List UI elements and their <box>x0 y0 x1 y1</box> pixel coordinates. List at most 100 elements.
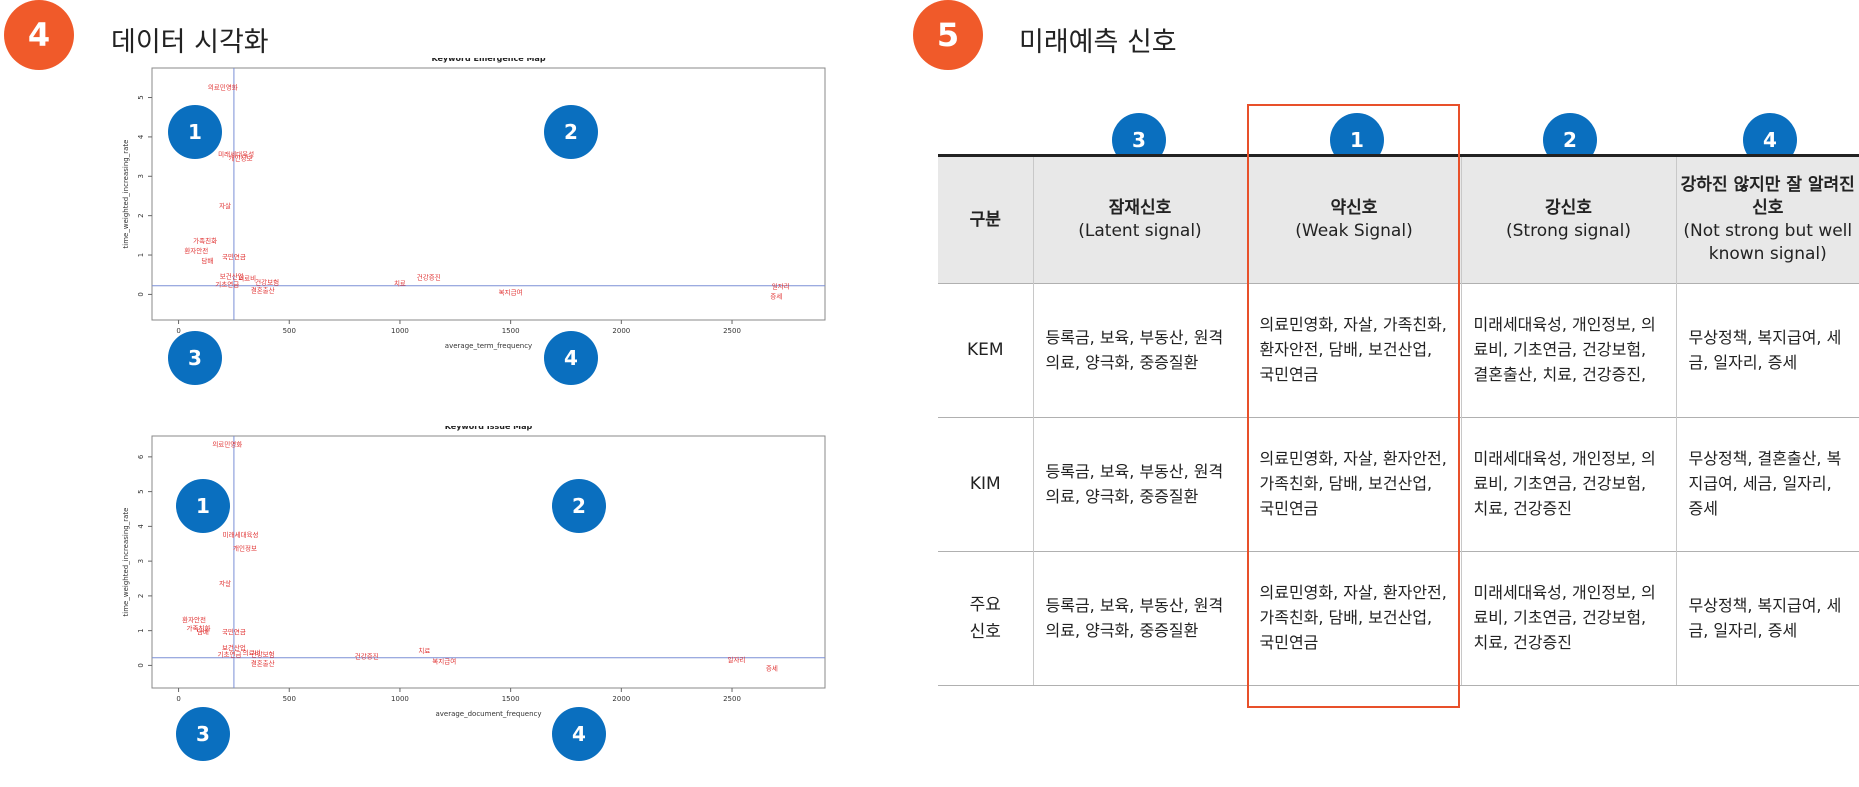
column-header-weak: 약신호 (Weak Signal) <box>1246 154 1461 284</box>
y-tick-label: 0 <box>137 663 145 667</box>
scatter-point-label: 결혼출산 <box>251 658 275 667</box>
section-5-title: 미래예측 신호 <box>1019 27 1177 58</box>
table-cell: 무상정책, 복지급여, 세금, 일자리, 증세 <box>1675 551 1859 686</box>
scatter-point-label: 의료민영화 <box>208 83 238 92</box>
scatter-point-label: 일자리 <box>772 282 790 291</box>
x-tick-label: 2000 <box>612 695 630 703</box>
y-axis-label: time_weighted_increasing_rate <box>122 140 130 249</box>
y-tick-label: 5 <box>137 489 145 493</box>
column-title: 약신호 <box>1330 198 1378 219</box>
column-subtitle: (Strong signal) <box>1506 221 1631 241</box>
quadrant-3-marker: 3 <box>176 707 230 761</box>
table-cell: 미래세대육성, 개인정보, 의료비, 기초연금, 건강보험, 치료, 건강증진 <box>1460 551 1676 686</box>
quadrant-1-marker: 1 <box>176 479 230 533</box>
x-tick-label: 1000 <box>391 695 409 703</box>
table-cell: 등록금, 보육, 부동산, 원격의료, 양극화, 중증질환 <box>1032 551 1247 686</box>
table-cell: 무상정책, 복지급여, 세금, 일자리, 증세 <box>1675 283 1859 418</box>
scatter-point-label: 복지급여 <box>432 657 456 666</box>
scatter-point-label: 증세 <box>766 664 778 673</box>
scatter-point-label: 치료 <box>394 279 406 288</box>
scatter-point-label: 결혼출산 <box>251 285 275 294</box>
x-tick-label: 2500 <box>723 327 741 335</box>
y-tick-label: 2 <box>137 213 145 217</box>
y-axis-label: time_weighted_increasing_rate <box>122 508 130 617</box>
emergence-map-svg: Keyword Emergence Map0 500 1000 1500 2000 250… <box>122 54 826 350</box>
x-tick-label: 1000 <box>391 327 409 335</box>
chart-title: Keyword Emergence Map <box>431 58 545 63</box>
y-tick-label: 1 <box>137 628 145 632</box>
table-cell: 등록금, 보육, 부동산, 원격의료, 양극화, 중증질환 <box>1032 283 1247 418</box>
scatter-point-label: 의료비 <box>238 274 256 283</box>
scatter-point-label: 치료 <box>418 646 430 655</box>
section-4-badge: 4 <box>4 0 74 70</box>
scatter-point-label: 국민연금 <box>222 252 246 261</box>
row-label: KIM <box>938 417 1033 552</box>
signal-table: 구분 잠재신호 (Latent signal) 약신호 (Weak Signal… <box>938 154 1859 686</box>
table-cell: 의료민영화, 자살, 가족친화, 환자안전, 담배, 보건산업, 국민연금 <box>1246 283 1461 418</box>
scatter-point-label: 건강보험 <box>255 278 279 287</box>
scatter-point-label: 자살 <box>219 201 231 210</box>
scatter-point-label: 일자리 <box>727 655 745 664</box>
scatter-point-label: 기초연금 <box>215 280 239 289</box>
scatter-point-label: 환자안전 <box>184 246 208 255</box>
row-label: KEM <box>938 283 1033 418</box>
quadrant-1-marker: 1 <box>168 105 222 159</box>
x-tick-label: 2500 <box>723 695 741 703</box>
table-cell: 미래세대육성, 개인정보, 의료비, 기초연금, 건강보험, 치료, 건강증진 <box>1460 417 1676 552</box>
table-cell: 의료민영화, 자살, 환자안전, 가족친화, 담배, 보건산업, 국민연금 <box>1246 551 1461 686</box>
scatter-point-label: 복지급여 <box>499 287 523 296</box>
scatter-point-label: 국민연금 <box>222 627 246 636</box>
quadrant-2-marker: 2 <box>544 105 598 159</box>
table-header-row: 구분 잠재신호 (Latent signal) 약신호 (Weak Signal… <box>938 154 1859 284</box>
scatter-point-label: 건강증진 <box>355 651 379 660</box>
table-row: 주요 신호 등록금, 보육, 부동산, 원격의료, 양극화, 중증질환 의료민영… <box>938 551 1859 686</box>
column-header-known: 강하진 않지만 잘 알려진 신호 (Not strong but well kn… <box>1675 154 1859 284</box>
y-tick-label: 3 <box>137 559 145 563</box>
quadrant-3-marker: 3 <box>168 331 222 385</box>
table-cell: 미래세대육성, 개인정보, 의료비, 기초연금, 건강보험, 결혼출산, 치료,… <box>1460 283 1676 418</box>
row-label: 주요 신호 <box>938 551 1033 686</box>
scatter-point-label: 건강보험 <box>251 650 275 659</box>
scatter-point-label: 의료민영화 <box>212 439 242 448</box>
scatter-point-label: 가족친화 <box>193 236 217 245</box>
x-tick-label: 0 <box>176 327 180 335</box>
column-title: 강신호 <box>1545 198 1592 219</box>
scatter-point-label: 개인정보 <box>233 544 257 553</box>
y-tick-label: 6 <box>137 454 145 459</box>
column-header-strong: 강신호 (Strong signal) <box>1460 154 1676 284</box>
y-tick-label: 1 <box>137 253 145 257</box>
emergence-map-plot: Keyword Emergence Map 0 500 1000 1500 2000 250… <box>120 54 850 414</box>
x-tick-label: 500 <box>283 327 296 335</box>
y-tick-label: 0 <box>137 292 145 296</box>
y-tick-label: 4 <box>137 524 145 529</box>
table-row: KEM 등록금, 보육, 부동산, 원격의료, 양극화, 중증질환 의료민영화,… <box>938 283 1859 418</box>
x-tick-label: 1500 <box>502 327 520 335</box>
x-tick-label: 1500 <box>502 695 520 703</box>
scatter-point-label: 미래세대육성 <box>223 530 259 539</box>
y-tick-label: 4 <box>137 134 145 139</box>
table-row: KIM 등록금, 보육, 부동산, 원격의료, 양극화, 중증질환 의료민영화,… <box>938 417 1859 552</box>
section-4-title: 데이터 시각화 <box>111 27 269 58</box>
x-axis-label: average_document_frequency <box>435 710 541 718</box>
scatter-point-label: 기초연금 <box>218 650 242 659</box>
y-tick-label: 3 <box>137 174 145 178</box>
column-subtitle: (Weak Signal) <box>1295 221 1413 241</box>
column-subtitle: (Latent signal) <box>1078 221 1202 241</box>
x-tick-label: 0 <box>176 695 180 703</box>
x-axis-label: average_term_frequency <box>445 342 532 350</box>
scatter-point-label: 자살 <box>219 578 231 587</box>
scatter-point-label: 개인정보 <box>229 154 253 163</box>
scatter-point-label: 담배 <box>197 627 209 636</box>
table-cell: 의료민영화, 자살, 환자안전, 가족친화, 담배, 보건산업, 국민연금 <box>1246 417 1461 552</box>
table-cell: 무상정책, 결혼출산, 복지급여, 세금, 일자리, 증세 <box>1675 417 1859 552</box>
scatter-point-label: 담배 <box>201 256 213 265</box>
quadrant-4-marker: 4 <box>552 707 606 761</box>
column-header-latent: 잠재신호 (Latent signal) <box>1032 154 1247 284</box>
table-corner-header: 구분 <box>938 154 1033 284</box>
section-5-badge: 5 <box>913 0 983 70</box>
y-tick-label: 2 <box>137 594 145 598</box>
column-subtitle: (Not strong but well known signal) <box>1683 221 1853 264</box>
quadrant-4-marker: 4 <box>544 331 598 385</box>
table-cell: 등록금, 보육, 부동산, 원격의료, 양극화, 중증질환 <box>1032 417 1247 552</box>
x-tick-label: 500 <box>283 695 296 703</box>
